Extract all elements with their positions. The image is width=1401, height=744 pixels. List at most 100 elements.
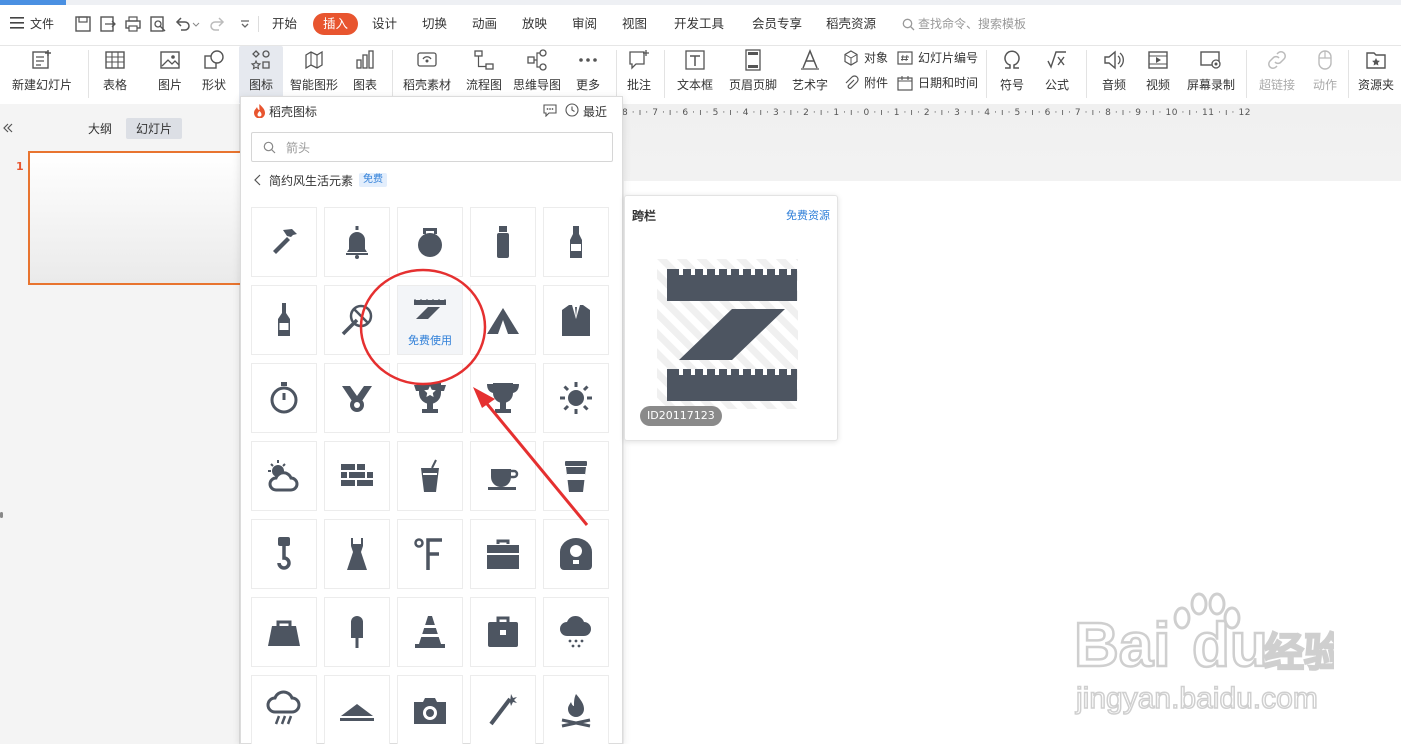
undo-icon[interactable] — [174, 15, 192, 33]
fahrenheit-icon — [414, 538, 442, 570]
formula-label: 公式 — [1044, 78, 1069, 92]
tab-member[interactable]: 会员专享 — [752, 13, 802, 35]
category-breadcrumb[interactable]: 简约风生活元素 — [269, 172, 353, 189]
chart-icon — [356, 50, 374, 69]
icon-search-input[interactable]: 箭头 — [251, 132, 613, 162]
icon-cell-hammer[interactable] — [251, 207, 317, 277]
icon-cell-campfire[interactable] — [543, 675, 609, 744]
shape-label: 形状 — [201, 78, 226, 92]
symbol-button[interactable]: 符号 — [994, 46, 1030, 104]
icon-cell-partly-cloudy[interactable] — [251, 441, 317, 511]
icon-cell-stopwatch[interactable] — [251, 363, 317, 433]
slide-thumbnail[interactable] — [28, 151, 242, 285]
slide-number-button[interactable]: 幻灯片编号 — [918, 48, 978, 68]
customize-quick-access-icon[interactable] — [236, 15, 254, 33]
file-menu[interactable]: 文件 — [30, 14, 54, 34]
icon-cell-tray[interactable] — [324, 675, 390, 744]
header-footer-icon — [745, 49, 761, 71]
hyperlink-button[interactable]: 超链接 — [1252, 46, 1302, 104]
icon-cell-briefcase[interactable] — [470, 597, 536, 667]
annotation-circle — [359, 268, 487, 386]
export-icon[interactable] — [99, 15, 117, 33]
icon-cell-traffic-cone[interactable] — [397, 597, 463, 667]
tab-animation[interactable]: 动画 — [472, 13, 497, 35]
redo-icon[interactable] — [208, 15, 226, 33]
tab-review[interactable]: 审阅 — [572, 13, 597, 35]
textbox-button[interactable]: 文本框 — [670, 46, 720, 104]
partly-cloudy-icon — [268, 460, 299, 492]
icon-cell-firework[interactable] — [470, 675, 536, 744]
table-button[interactable]: 表格 — [94, 46, 136, 104]
wordart-button[interactable]: 艺术字 — [785, 46, 835, 104]
panel-resize-handle[interactable] — [0, 512, 3, 518]
free-resource-link[interactable]: 免费资源 — [786, 207, 830, 223]
object-button[interactable]: 对象 — [864, 48, 888, 68]
ribbon-divider — [1348, 50, 1349, 98]
icon-library-icon — [250, 50, 270, 70]
outline-tab[interactable]: 大纲 — [88, 120, 112, 137]
campfire-icon — [561, 694, 591, 728]
header-footer-button[interactable]: 页眉页脚 — [727, 46, 779, 104]
tab-developer[interactable]: 开发工具 — [674, 13, 724, 35]
action-button[interactable]: 动作 — [1308, 46, 1342, 104]
icon-cell-crane-hook[interactable] — [251, 519, 317, 589]
print-preview-icon[interactable] — [149, 15, 167, 33]
preview-title: 跨栏 — [632, 209, 657, 223]
tab-design[interactable]: 设计 — [372, 13, 397, 35]
mouse-icon — [1318, 50, 1332, 70]
header-footer-label: 页眉页脚 — [728, 78, 777, 92]
print-icon[interactable] — [124, 15, 142, 33]
icon-cell-popsicle[interactable] — [324, 597, 390, 667]
comment-button[interactable]: 批注 — [622, 46, 656, 104]
tab-view[interactable]: 视图 — [622, 13, 647, 35]
tab-home[interactable]: 开始 — [272, 13, 297, 35]
icon-label: 图标 — [248, 78, 273, 92]
popsicle-icon — [351, 616, 363, 648]
tab-daoke-resources[interactable]: 稻壳资源 — [826, 13, 876, 35]
icon-cell-cloud-rain[interactable] — [251, 675, 317, 744]
screen-record-button[interactable]: 屏幕录制 — [1184, 46, 1238, 104]
icon-cell-wine[interactable] — [251, 285, 317, 355]
object-icon[interactable] — [843, 50, 859, 66]
command-search[interactable]: 查找命令、搜索模板 — [902, 13, 1026, 35]
date-time-icon[interactable] — [897, 75, 913, 91]
resource-folder-button[interactable]: 资源夹 — [1354, 46, 1398, 104]
tab-transition[interactable]: 切换 — [422, 13, 447, 35]
baidu-jingyan-watermark: Bai du 经验 jingyan.baidu.com — [1074, 592, 1334, 716]
date-time-button[interactable]: 日期和时间 — [918, 73, 978, 93]
audio-button[interactable]: 音频 — [1094, 46, 1134, 104]
picture-button[interactable]: 图片 — [150, 46, 190, 104]
tab-insert[interactable]: 插入 — [313, 13, 359, 35]
video-button[interactable]: 视频 — [1138, 46, 1178, 104]
rice-cooker-icon — [560, 538, 592, 570]
new-slide-label: 新建幻灯片 — [11, 78, 72, 92]
icon-cell-handbag[interactable] — [251, 597, 317, 667]
icon-cell-cloud-snow[interactable] — [543, 597, 609, 667]
stopwatch-icon — [270, 382, 298, 414]
feedback-icon[interactable] — [543, 103, 557, 117]
kettlebell-icon — [418, 228, 442, 257]
cloud-rain-icon — [266, 690, 301, 725]
back-chevron-icon[interactable] — [254, 174, 262, 186]
annotation-arrow-line — [481, 398, 589, 526]
new-slide-button[interactable]: 新建幻灯片 — [4, 46, 80, 104]
slides-tab[interactable]: 幻灯片 — [126, 118, 183, 139]
save-icon[interactable] — [74, 15, 92, 33]
menubar-divider — [258, 16, 259, 32]
formula-button[interactable]: 公式 — [1038, 46, 1076, 104]
undo-dropdown-icon[interactable] — [192, 15, 200, 33]
recent-button[interactable]: 最近 — [583, 103, 607, 120]
attachment-icon[interactable] — [843, 75, 859, 91]
hamburger-menu-icon[interactable] — [10, 17, 24, 29]
slide-panel: 大纲 幻灯片 1 — [0, 104, 242, 744]
omega-symbol-icon — [1004, 50, 1020, 69]
collapse-panel-icon[interactable] — [2, 122, 14, 134]
tab-slideshow[interactable]: 放映 — [522, 13, 547, 35]
picture-label: 图片 — [157, 78, 182, 92]
title-strip — [0, 0, 1401, 5]
icon-cell-camera[interactable] — [397, 675, 463, 744]
clock-icon[interactable] — [565, 103, 579, 117]
slide-number-icon[interactable] — [897, 50, 913, 66]
shape-button[interactable]: 形状 — [194, 46, 234, 104]
attachment-button[interactable]: 附件 — [864, 73, 888, 93]
